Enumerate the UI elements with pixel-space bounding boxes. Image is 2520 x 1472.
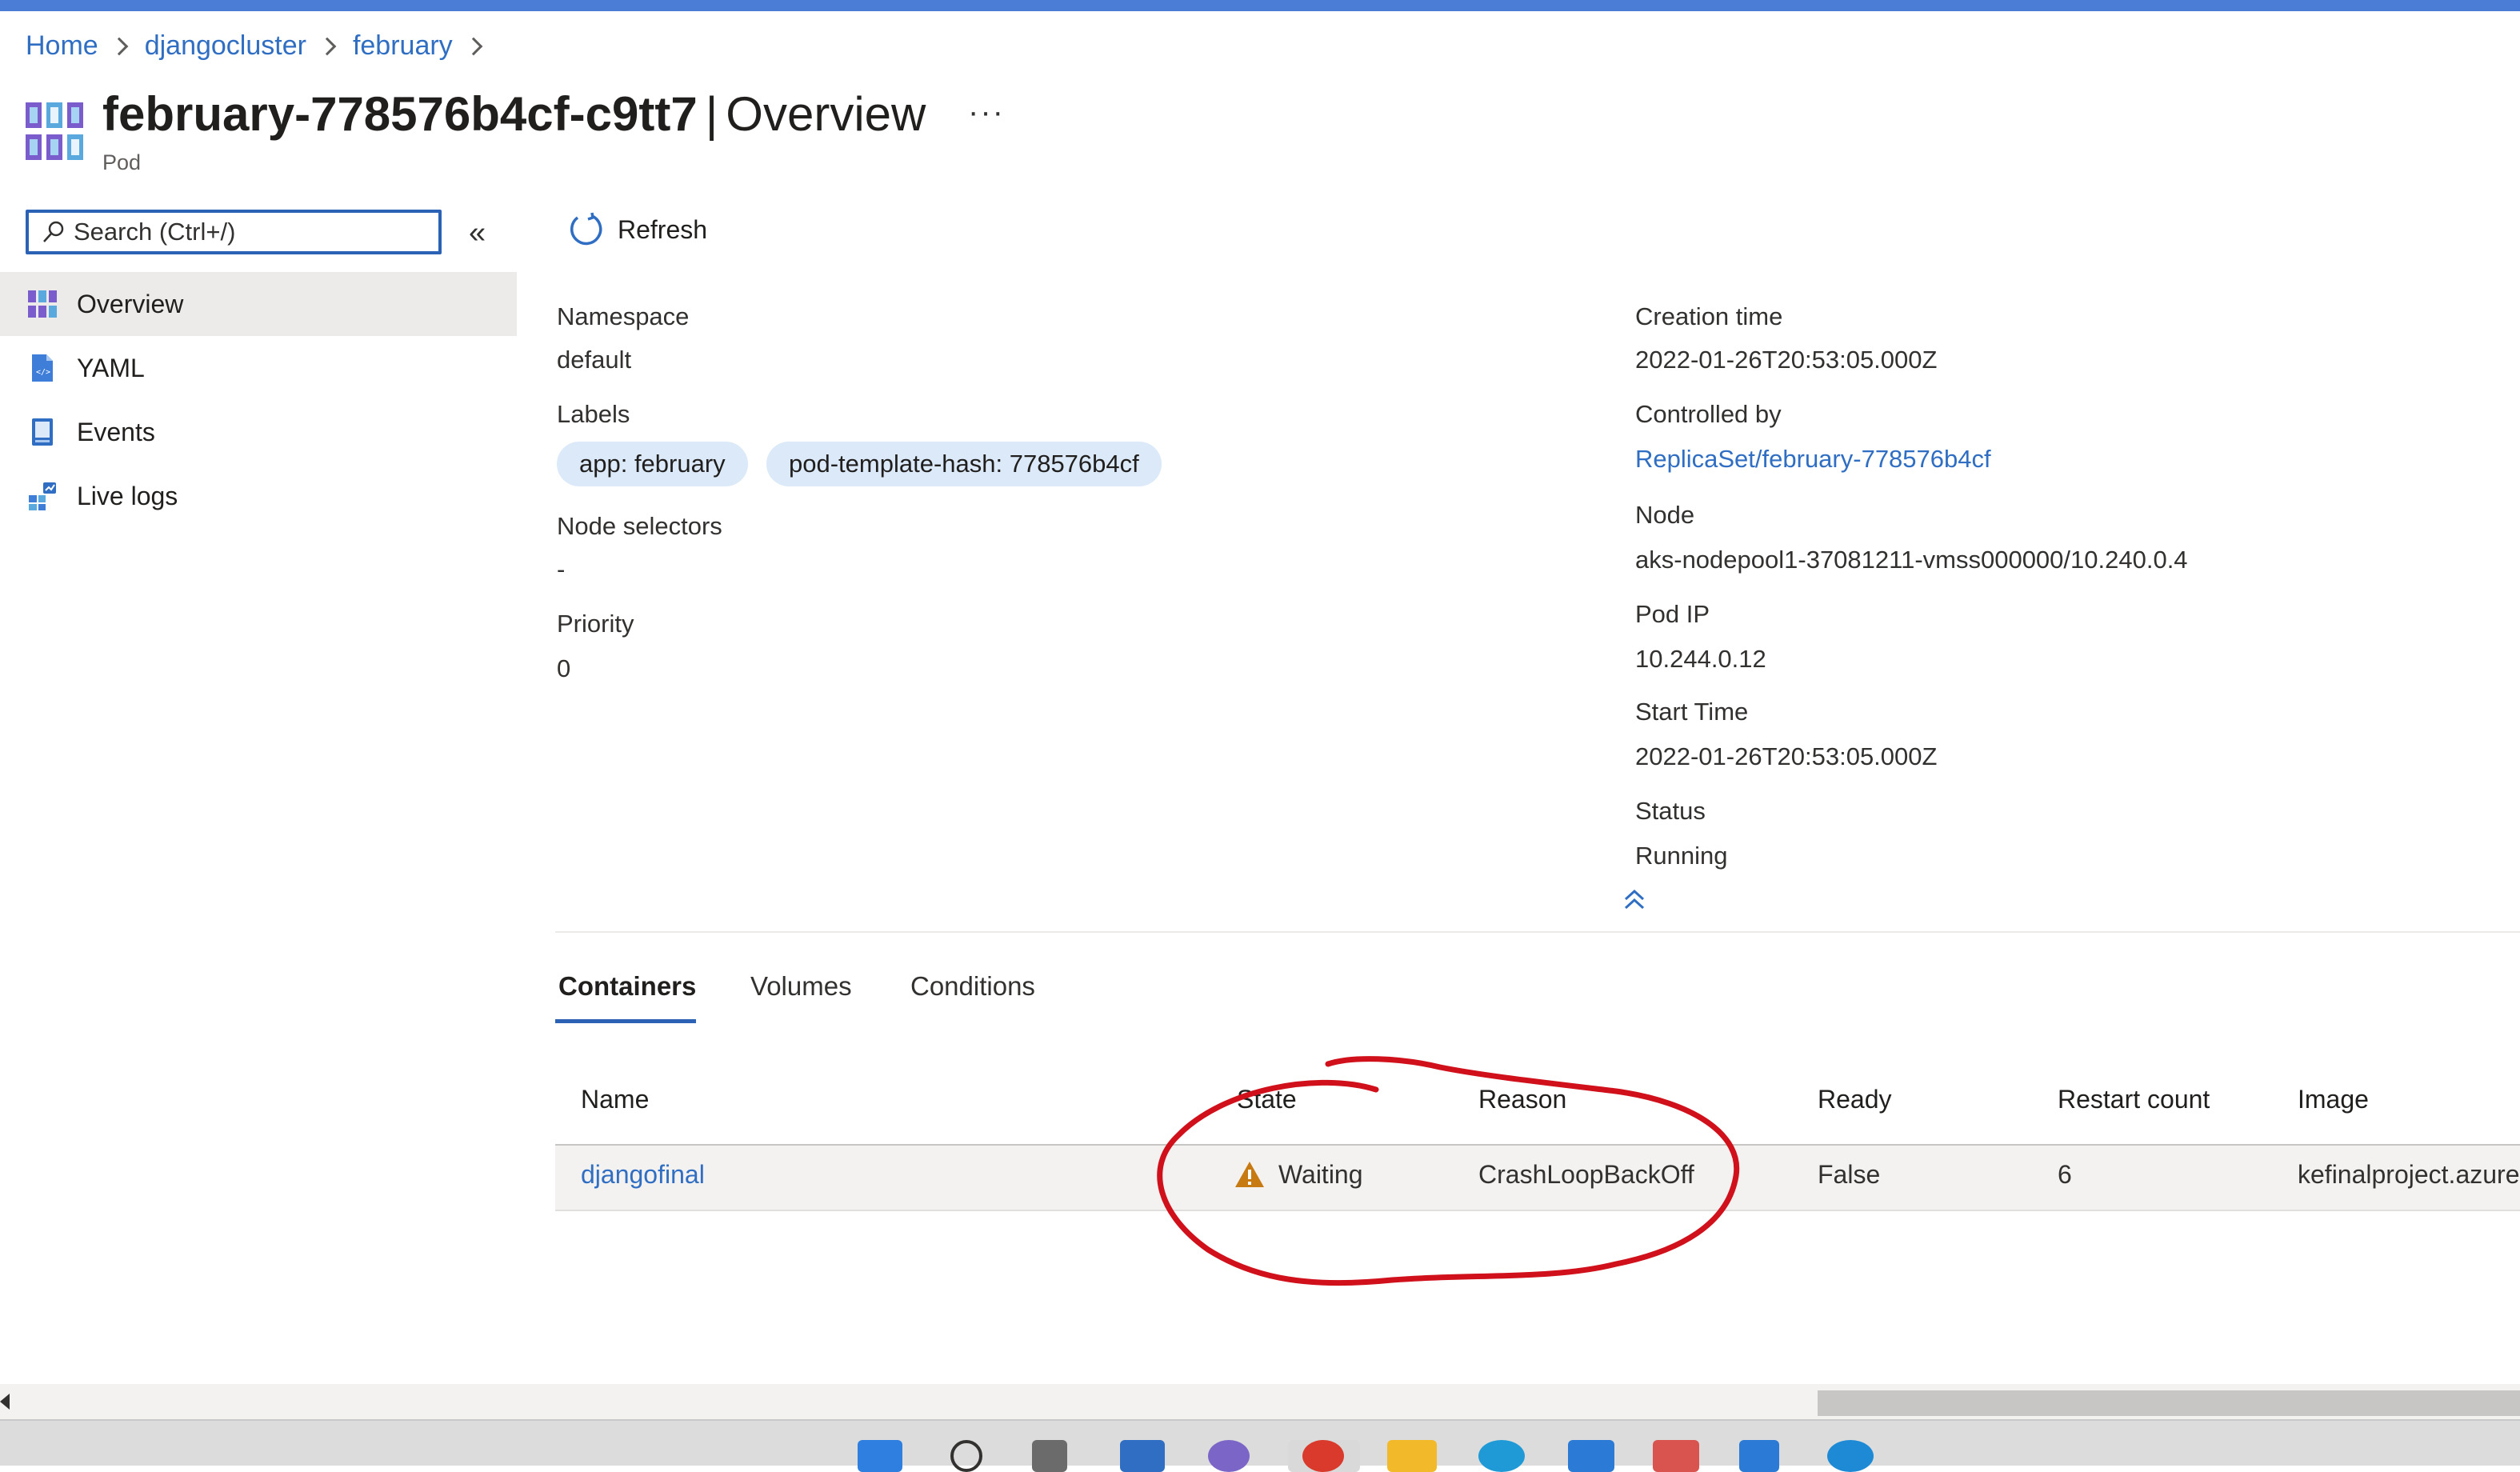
chat-icon[interactable] [1208, 1440, 1250, 1472]
pod-ip-label: Pod IP [1635, 600, 1710, 628]
creation-time-label: Creation time [1635, 302, 1783, 330]
status-value: Running [1635, 842, 1728, 870]
app-icon-2[interactable] [1827, 1440, 1874, 1472]
chrome-icon[interactable] [1302, 1440, 1344, 1472]
creation-time-value: 2022-01-26T20:53:05.000Z [1635, 346, 1938, 374]
column-header-name[interactable]: Name [581, 1085, 649, 1114]
portal-top-bar [0, 0, 2520, 11]
vscode-icon[interactable] [1568, 1440, 1614, 1472]
column-header-restart-count[interactable]: Restart count [2058, 1085, 2210, 1114]
node-selectors-label: Node selectors [557, 512, 722, 540]
live-logs-icon [27, 481, 58, 511]
column-header-image[interactable]: Image [2298, 1085, 2369, 1114]
svg-text:</>: </> [36, 368, 50, 377]
more-options-icon[interactable]: ··· [968, 94, 1005, 130]
search-box[interactable] [26, 210, 442, 254]
pod-icon [27, 289, 58, 319]
breadcrumb-home[interactable]: Home [26, 30, 98, 62]
page-title: february-778576b4cf-c9tt7 | Overview [102, 86, 926, 142]
yaml-file-icon: </> [27, 353, 58, 383]
breadcrumb-february[interactable]: february [353, 30, 453, 62]
label-tag: app: february [557, 442, 748, 486]
search-taskbar-icon[interactable] [950, 1440, 982, 1472]
column-header-ready[interactable]: Ready [1818, 1085, 1892, 1114]
notepad-icon[interactable] [1739, 1440, 1779, 1472]
breadcrumb-djangocluster[interactable]: djangocluster [145, 30, 306, 62]
tab-containers[interactable]: Containers [558, 971, 696, 1002]
label-tag: pod-template-hash: 778576b4cf [766, 442, 1162, 486]
refresh-label: Refresh [618, 214, 708, 244]
sidebar-item-label: YAML [77, 353, 145, 382]
file-explorer-icon[interactable] [1387, 1440, 1437, 1472]
start-time-value: 2022-01-26T20:53:05.000Z [1635, 742, 1938, 770]
status-label: Status [1635, 797, 1706, 825]
namespace-label: Namespace [557, 302, 690, 330]
collapse-sidebar-icon[interactable]: « [469, 218, 486, 248]
start-time-label: Start Time [1635, 698, 1749, 726]
container-image: kefinalproject.azure [2298, 1160, 2520, 1189]
sidebar-item-live-logs[interactable]: Live logs [0, 464, 517, 528]
node-selectors-value: - [557, 555, 566, 583]
search-icon [43, 221, 64, 242]
chevron-right-icon [110, 37, 129, 55]
chevron-right-icon [318, 37, 337, 55]
namespace-value: default [557, 346, 632, 374]
title-separator: | [705, 87, 718, 141]
edge-icon[interactable] [1478, 1440, 1525, 1472]
tab-volumes[interactable]: Volumes [750, 971, 852, 1002]
sidebar-item-yaml[interactable]: </> YAML [0, 336, 517, 400]
scroll-left-arrow-icon[interactable] [0, 1394, 10, 1410]
section-divider [555, 931, 2520, 933]
app-icon[interactable] [1653, 1440, 1699, 1472]
scrollbar-thumb[interactable] [1818, 1390, 2520, 1416]
pod-name: february-778576b4cf-c9tt7 [102, 87, 698, 141]
labels-label: Labels [557, 400, 630, 428]
sidebar-item-label: Events [77, 417, 155, 446]
tab-conditions[interactable]: Conditions [910, 971, 1035, 1002]
section-name: Overview [726, 87, 926, 141]
controlled-by-link[interactable]: ReplicaSet/february-778576b4cf [1635, 445, 1991, 474]
chevron-right-icon [464, 37, 483, 55]
chevron-double-up-icon[interactable] [1621, 886, 1648, 914]
annotation-circle [1157, 1056, 1740, 1286]
container-ready: False [1818, 1160, 1881, 1189]
refresh-icon [570, 212, 602, 246]
widgets-icon[interactable] [1120, 1440, 1165, 1472]
pod-icon [26, 102, 83, 160]
sidebar-item-label: Overview [77, 289, 184, 318]
pod-ip-value: 10.244.0.12 [1635, 645, 1766, 673]
container-name-link[interactable]: djangofinal [581, 1160, 705, 1190]
task-view-icon[interactable] [1032, 1440, 1067, 1472]
sidebar-item-events[interactable]: Events [0, 400, 517, 464]
breadcrumb: Home djangocluster february [26, 30, 499, 62]
controlled-by-label: Controlled by [1635, 400, 1782, 428]
search-input[interactable] [74, 218, 410, 246]
os-taskbar [0, 1419, 2520, 1466]
sidebar-item-overview[interactable]: Overview [0, 272, 517, 336]
sidebar-item-label: Live logs [77, 481, 178, 510]
container-restart-count: 6 [2058, 1160, 2072, 1189]
priority-value: 0 [557, 654, 571, 682]
node-label: Node [1635, 501, 1695, 529]
node-value: aks-nodepool1-37081211-vmss000000/10.240… [1635, 546, 2188, 574]
priority-label: Priority [557, 610, 634, 638]
resource-type: Pod [102, 150, 142, 174]
active-tab-indicator [555, 1019, 696, 1023]
sidebar-nav: Overview </> YAML Events Live logs [0, 272, 517, 528]
refresh-button[interactable]: Refresh [568, 211, 707, 248]
start-menu-icon[interactable] [858, 1440, 902, 1472]
events-book-icon [27, 417, 58, 447]
